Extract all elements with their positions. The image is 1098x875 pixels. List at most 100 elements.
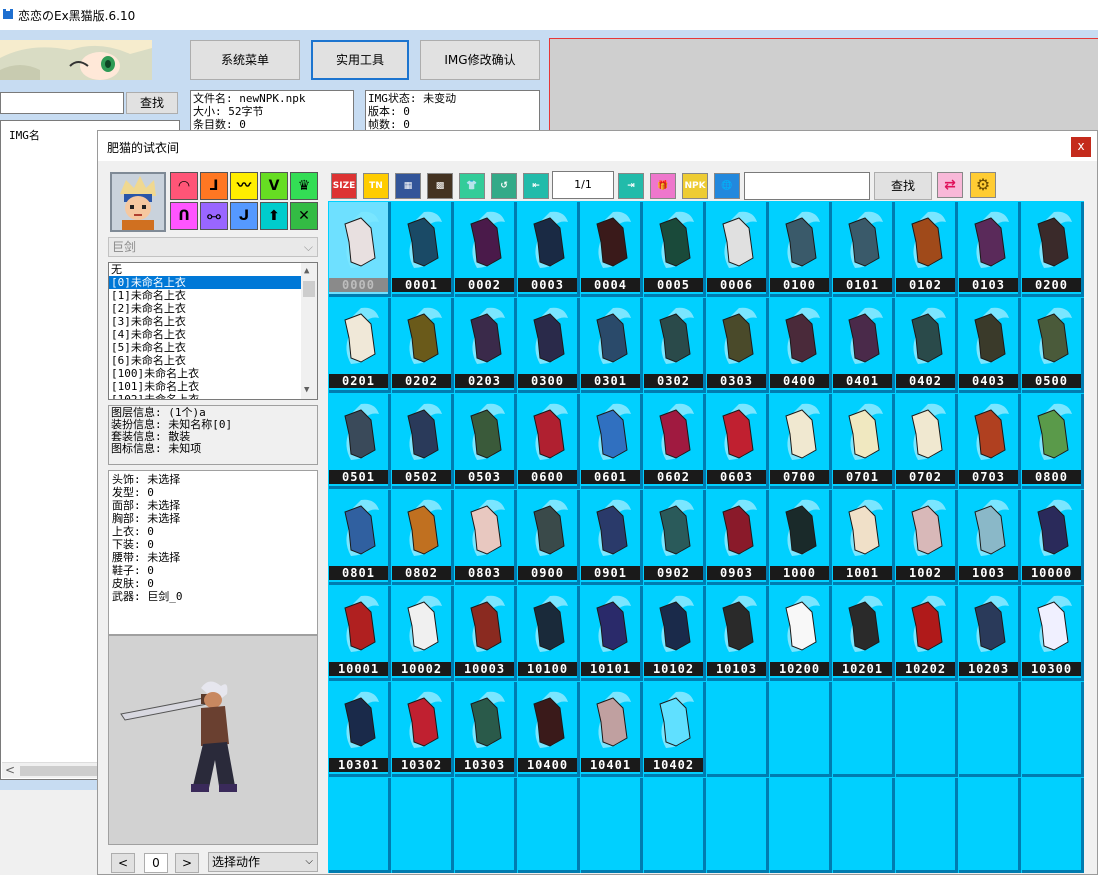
item-cell[interactable]: 0701 [833,394,895,489]
item-cell[interactable]: 0004 [581,202,643,297]
main-search-button[interactable]: 查找 [126,92,178,114]
slot-weapon-icon[interactable]: ✕ [290,202,318,230]
item-cell[interactable]: 0100 [770,202,832,297]
scroll-up-icon[interactable]: ▲ [304,265,309,278]
item-cell[interactable]: 0006 [707,202,769,297]
equipment-list-item[interactable]: [1]未命名上衣 [109,289,301,302]
item-cell[interactable]: 0103 [959,202,1021,297]
empty-cell[interactable] [581,778,643,873]
item-cell[interactable]: 0301 [581,298,643,393]
item-cell[interactable]: 0901 [581,490,643,585]
utility-tools-button[interactable]: 实用工具 [311,40,409,80]
slot-skin-icon[interactable]: ⬆ [260,202,288,230]
item-cell[interactable]: 0400 [770,298,832,393]
item-cell[interactable]: 10303 [455,682,517,777]
empty-cell[interactable] [518,778,580,873]
weapon-select[interactable]: 巨剑 ⌵ [108,237,318,257]
main-search-input[interactable] [0,92,124,114]
item-cell[interactable]: 0801 [329,490,391,585]
empty-cell[interactable] [392,778,454,873]
slot-face-icon[interactable]: 〰 [230,172,258,200]
item-cell[interactable]: 1002 [896,490,958,585]
item-cell[interactable]: 0500 [1022,298,1084,393]
item-cell[interactable]: 0402 [896,298,958,393]
book-icon[interactable]: ▦ [395,173,421,199]
empty-cell[interactable] [1022,778,1084,873]
item-cell[interactable]: 10402 [644,682,706,777]
empty-cell[interactable] [1022,682,1084,777]
item-cell[interactable]: 0203 [455,298,517,393]
item-cell[interactable]: 10301 [329,682,391,777]
film-icon[interactable]: ▩ [427,173,453,199]
npk-icon[interactable]: NPK [682,173,708,199]
item-cell[interactable]: 1001 [833,490,895,585]
item-cell[interactable]: 0202 [392,298,454,393]
slot-coat-icon[interactable]: ♛ [290,172,318,200]
item-cell[interactable]: 0401 [833,298,895,393]
equipment-list[interactable]: 无 [0]未命名上衣 [1]未命名上衣 [2]未命名上衣 [3]未命名上衣 [4]未命名上… [108,262,318,400]
item-cell[interactable]: 10200 [770,586,832,681]
item-cell[interactable]: 0302 [644,298,706,393]
item-search-button[interactable]: 查找 [874,172,932,200]
item-search-input[interactable] [744,172,870,200]
item-cell[interactable]: 0200 [1022,202,1084,297]
tn-icon[interactable]: TN [363,173,389,199]
slot-belt-icon[interactable]: ⧟ [200,202,228,230]
frame-number[interactable]: 0 [144,853,168,873]
empty-cell[interactable] [833,682,895,777]
forward-icon[interactable]: ⇥ [618,173,644,199]
empty-cell[interactable] [644,778,706,873]
item-cell[interactable]: 0000 [329,202,391,297]
item-cell[interactable]: 0102 [896,202,958,297]
empty-cell[interactable] [707,778,769,873]
slot-pants-icon[interactable]: ᑎ [170,202,198,230]
img-confirm-button[interactable]: IMG修改确认 [420,40,540,80]
item-cell[interactable]: 10400 [518,682,580,777]
item-cell[interactable]: 0803 [455,490,517,585]
item-cell[interactable]: 1003 [959,490,1021,585]
item-cell[interactable]: 10000 [1022,490,1084,585]
empty-cell[interactable] [707,682,769,777]
empty-cell[interactable] [896,682,958,777]
slot-hat-icon[interactable]: ◠ [170,172,198,200]
item-cell[interactable]: 10201 [833,586,895,681]
equipment-list-item[interactable]: [4]未命名上衣 [109,328,301,341]
slot-shoes-icon[interactable]: ᒍ [230,202,258,230]
equipment-list-item[interactable]: [0]未命名上衣 [109,276,301,289]
equipment-list-item[interactable]: [2]未命名上衣 [109,302,301,315]
empty-cell[interactable] [770,682,832,777]
next-frame-button[interactable]: > [175,853,199,873]
item-cell[interactable]: 0501 [329,394,391,489]
item-cell[interactable]: 10003 [455,586,517,681]
empty-cell[interactable] [329,778,391,873]
preview-canvas[interactable] [549,38,1098,138]
size-icon[interactable]: SIZE [331,173,357,199]
item-cell[interactable]: 10300 [1022,586,1084,681]
empty-cell[interactable] [959,682,1021,777]
character-portrait[interactable] [110,172,166,232]
globe-icon[interactable]: 🌐 [714,173,740,199]
item-cell[interactable]: 0003 [518,202,580,297]
scroll-down-icon[interactable]: ▼ [304,384,309,397]
item-cell[interactable]: 0900 [518,490,580,585]
item-cell[interactable]: 0601 [581,394,643,489]
shuffle-icon[interactable]: ⇄ [937,172,963,198]
item-cell[interactable]: 0502 [392,394,454,489]
item-cell[interactable]: 0600 [518,394,580,489]
item-cell[interactable]: 0903 [707,490,769,585]
slot-chest-icon[interactable]: ᐯ [260,172,288,200]
equipment-list-item[interactable]: [102]未命名上衣 [109,393,301,399]
item-cell[interactable]: 0802 [392,490,454,585]
close-button[interactable]: x [1071,137,1091,157]
gift-icon[interactable]: 🎁 [650,173,676,199]
item-cell[interactable]: 10202 [896,586,958,681]
item-cell[interactable]: 10302 [392,682,454,777]
equipment-list-item[interactable]: [6]未命名上衣 [109,354,301,367]
item-cell[interactable]: 0300 [518,298,580,393]
item-cell[interactable]: 0201 [329,298,391,393]
item-cell[interactable]: 0703 [959,394,1021,489]
equipment-list-item[interactable]: [101]未命名上衣 [109,380,301,393]
scroll-thumb[interactable] [20,766,106,776]
item-cell[interactable]: 10203 [959,586,1021,681]
equipment-list-item[interactable]: [100]未命名上衣 [109,367,301,380]
